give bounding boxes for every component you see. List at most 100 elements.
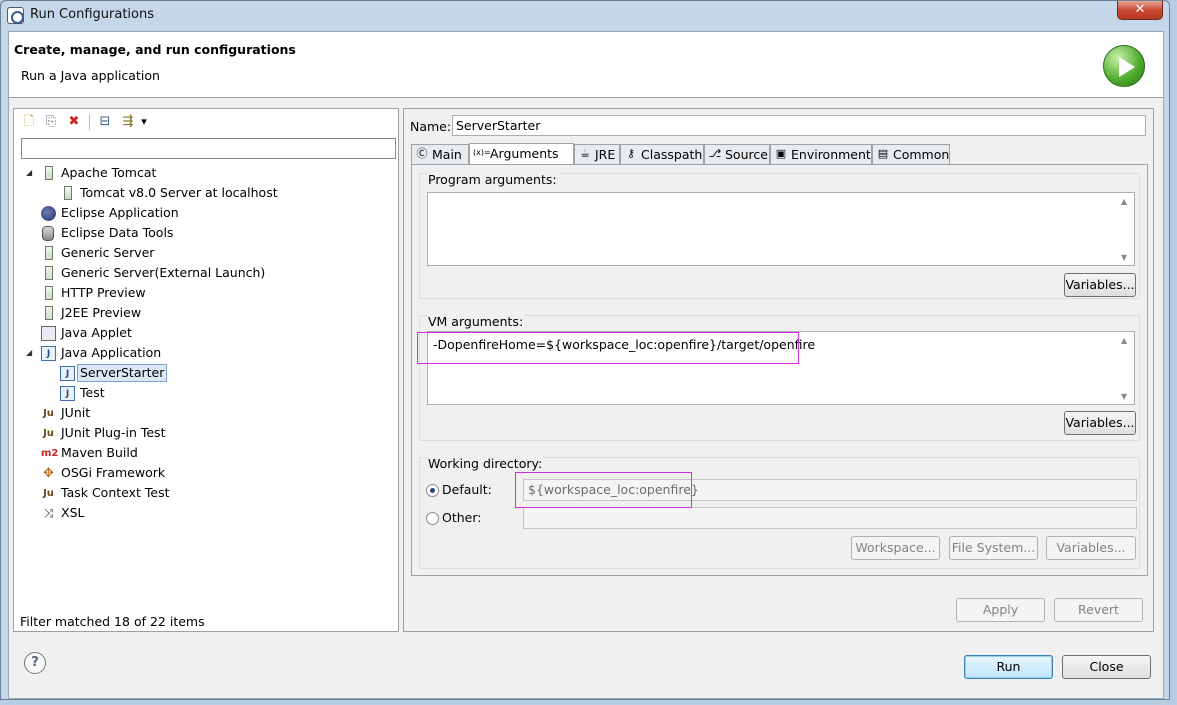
tree-item[interactable]: Eclipse Application bbox=[14, 203, 398, 223]
scroll-down-icon[interactable]: ▼ bbox=[1121, 392, 1127, 401]
tree-item[interactable]: Generic Server(External Launch) bbox=[14, 263, 398, 283]
left-toolbar: 🗋 ⎘ ✖ ⊟ ⇶ ▾ bbox=[14, 109, 398, 135]
workspace-button[interactable]: Workspace... bbox=[851, 536, 940, 560]
tree-item[interactable]: J ServerStarter bbox=[14, 363, 398, 383]
tree-item-label: Java Application bbox=[61, 345, 162, 360]
junit-plugin-icon: Ju bbox=[43, 428, 54, 439]
server-icon bbox=[45, 246, 53, 260]
vm-arguments-scrollbar[interactable]: ▲ ▼ bbox=[1117, 332, 1134, 404]
scroll-up-icon[interactable]: ▲ bbox=[1121, 197, 1127, 206]
task-context-icon: Ju bbox=[43, 488, 54, 499]
name-label: Name: bbox=[410, 119, 452, 134]
tab-label: Classpath bbox=[641, 147, 703, 162]
run-button[interactable]: Run bbox=[964, 655, 1053, 679]
environment-tab-icon: ▣ bbox=[775, 147, 787, 160]
working-directory-variables-button[interactable]: Variables... bbox=[1046, 536, 1136, 560]
tree-item[interactable]: J Test bbox=[14, 383, 398, 403]
database-icon bbox=[42, 226, 54, 241]
tree-item[interactable]: Generic Server bbox=[14, 243, 398, 263]
tree-item-label: Tomcat v8.0 Server at localhost bbox=[80, 185, 278, 200]
tab-environment[interactable]: ▣ Environment bbox=[770, 144, 872, 165]
scroll-up-icon[interactable]: ▲ bbox=[1121, 336, 1127, 345]
tree-item-label: Maven Build bbox=[61, 445, 138, 460]
junit-icon: Ju bbox=[43, 408, 54, 419]
filter-icon[interactable]: ⇶ bbox=[119, 113, 137, 131]
tree-item-label: HTTP Preview bbox=[61, 285, 146, 300]
tree-item-label: Eclipse Application bbox=[61, 205, 179, 220]
tree-item-label: Java Applet bbox=[61, 325, 132, 340]
other-radio[interactable] bbox=[426, 512, 439, 525]
filter-status: Filter matched 18 of 22 items bbox=[20, 614, 205, 629]
revert-button[interactable]: Revert bbox=[1054, 598, 1143, 622]
tree-item[interactable]: ◢ J Java Application bbox=[14, 343, 398, 363]
tab-label: JRE bbox=[595, 147, 616, 162]
program-arguments-variables-button[interactable]: Variables... bbox=[1064, 273, 1136, 297]
vm-arguments-variables-button[interactable]: Variables... bbox=[1064, 411, 1136, 435]
tree-item[interactable]: Ju JUnit Plug-in Test bbox=[14, 423, 398, 443]
program-arguments-scrollbar[interactable]: ▲ ▼ bbox=[1117, 193, 1134, 265]
tree-item[interactable]: Eclipse Data Tools bbox=[14, 223, 398, 243]
title-bar: Run Configurations ✕ bbox=[1, 1, 1169, 31]
tab-label: Arguments bbox=[490, 146, 559, 161]
apply-button[interactable]: Apply bbox=[956, 598, 1045, 622]
tab-label: Source bbox=[725, 147, 768, 162]
tree-item[interactable]: Ju JUnit bbox=[14, 403, 398, 423]
tree-item[interactable]: Java Applet bbox=[14, 323, 398, 343]
tree-item[interactable]: Ju Task Context Test bbox=[14, 483, 398, 503]
duplicate-config-icon[interactable]: ⎘ bbox=[42, 113, 60, 131]
dialog-client-area: Create, manage, and run configurations R… bbox=[8, 31, 1164, 699]
tree-item[interactable]: ⤨ XSL bbox=[14, 503, 398, 523]
new-config-icon[interactable]: 🗋 bbox=[20, 113, 38, 131]
xsl-icon: ⤨ bbox=[43, 506, 54, 520]
collapse-all-icon[interactable]: ⊟ bbox=[96, 113, 114, 131]
tab-classpath[interactable]: ⚷ Classpath bbox=[620, 144, 704, 165]
name-field[interactable]: ServerStarter bbox=[452, 115, 1146, 136]
tab-jre[interactable]: ☕ JRE bbox=[574, 144, 620, 165]
tree-item-label: OSGi Framework bbox=[61, 465, 166, 480]
expand-toggle-icon[interactable]: ◢ bbox=[26, 343, 36, 363]
help-icon[interactable]: ? bbox=[24, 652, 46, 674]
tab-common[interactable]: ▤ Common bbox=[872, 144, 950, 165]
filter-dropdown-icon[interactable]: ▾ bbox=[138, 113, 150, 131]
tree-item[interactable]: J2EE Preview bbox=[14, 303, 398, 323]
program-arguments-textarea[interactable]: ▲ ▼ bbox=[427, 192, 1135, 266]
default-directory-highlight bbox=[515, 472, 692, 508]
tree-item-label: J2EE Preview bbox=[61, 305, 142, 320]
program-arguments-group: Program arguments: ▲ ▼ Variables... bbox=[419, 172, 1140, 299]
vm-arguments-label: VM arguments: bbox=[427, 314, 525, 329]
configuration-tree: ◢ Apache Tomcat Tomcat v8.0 Server at loca… bbox=[14, 163, 398, 523]
tree-item[interactable]: Tomcat v8.0 Server at localhost bbox=[14, 183, 398, 203]
other-directory-field[interactable] bbox=[523, 507, 1137, 529]
tab-main[interactable]: Ⓒ Main bbox=[411, 144, 469, 165]
applet-icon bbox=[41, 326, 56, 341]
configuration-editor-pane: Name: ServerStarter Ⓒ Main (x)= Arguments ☕ J… bbox=[403, 108, 1154, 632]
tree-item[interactable]: ✥ OSGi Framework bbox=[14, 463, 398, 483]
java-app-icon: J bbox=[41, 346, 56, 361]
jre-tab-icon: ☕ bbox=[580, 147, 590, 160]
other-label: Other: bbox=[442, 510, 482, 525]
default-radio[interactable] bbox=[426, 484, 439, 497]
file-system-button[interactable]: File System... bbox=[949, 536, 1038, 560]
tab-source[interactable]: ⎇ Source bbox=[704, 144, 770, 165]
toolbar-separator bbox=[89, 114, 90, 130]
server-icon bbox=[64, 186, 72, 200]
expand-toggle-icon[interactable]: ◢ bbox=[26, 163, 36, 183]
tab-arguments[interactable]: (x)= Arguments bbox=[469, 143, 574, 166]
eclipse-window-icon bbox=[7, 7, 24, 24]
eclipse-icon bbox=[41, 206, 56, 221]
tree-item[interactable]: ◢ Apache Tomcat bbox=[14, 163, 398, 183]
run-icon bbox=[1103, 45, 1145, 87]
common-tab-icon: ▤ bbox=[877, 147, 889, 160]
window-close-button[interactable]: ✕ bbox=[1117, 1, 1163, 20]
close-button[interactable]: Close bbox=[1062, 655, 1151, 679]
tree-item[interactable]: HTTP Preview bbox=[14, 283, 398, 303]
program-arguments-label: Program arguments: bbox=[427, 172, 558, 187]
configuration-list-pane: 🗋 ⎘ ✖ ⊟ ⇶ ▾ ◢ Apache Tomcat Tomcat v8.0 Se… bbox=[13, 108, 399, 632]
filter-input[interactable] bbox=[21, 138, 396, 159]
tree-item[interactable]: m2 Maven Build bbox=[14, 443, 398, 463]
scroll-down-icon[interactable]: ▼ bbox=[1121, 253, 1127, 262]
tree-item-label: Task Context Test bbox=[61, 485, 170, 500]
tree-item-label: Generic Server bbox=[61, 245, 155, 260]
arguments-tab-icon: (x)= bbox=[473, 148, 491, 157]
delete-config-icon[interactable]: ✖ bbox=[65, 113, 83, 131]
